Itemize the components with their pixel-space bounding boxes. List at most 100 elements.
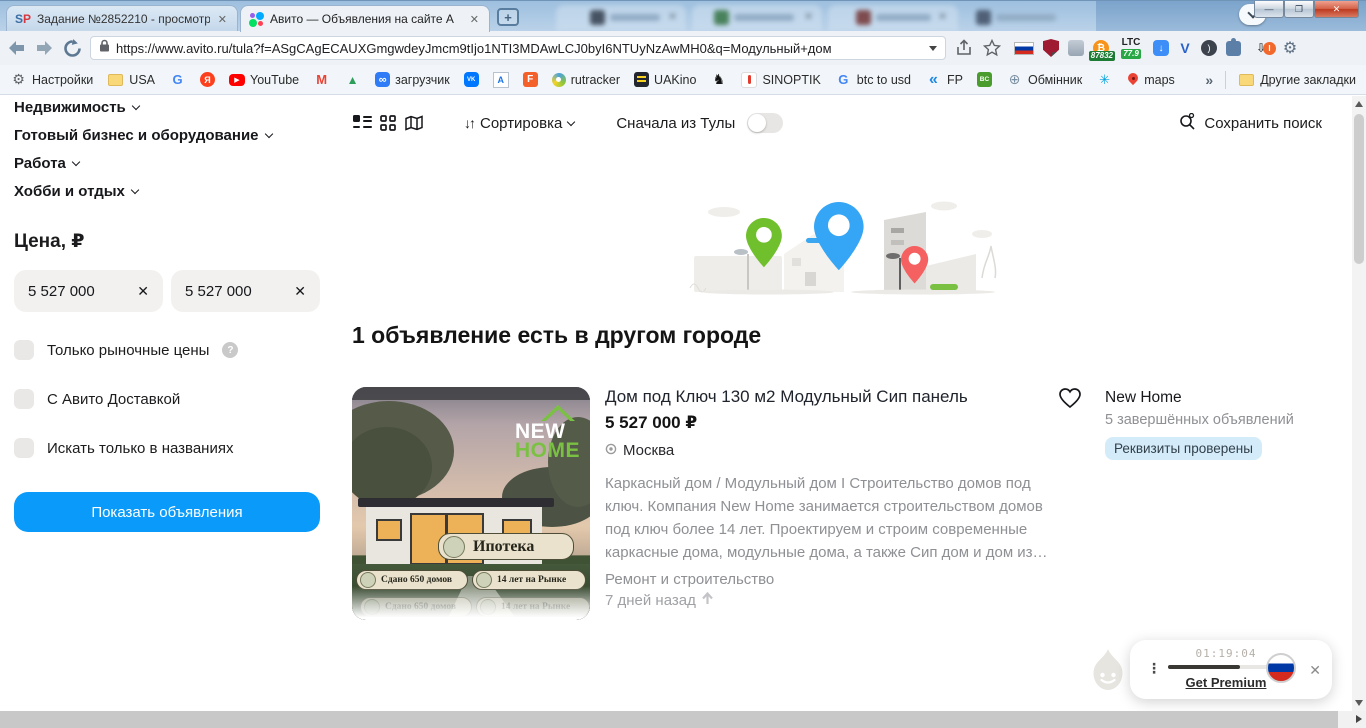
clear-icon[interactable]: ✕ [137, 283, 149, 300]
price-to-input[interactable]: 5 527 000 ✕ [171, 270, 320, 312]
scrollbar-thumb[interactable] [1354, 114, 1364, 264]
tab-strip: SP Задание №2852210 - просмотр з ✕ Авито… [0, 0, 1366, 32]
vpn-extension-icon[interactable]: V [1178, 40, 1192, 56]
checkbox[interactable] [14, 389, 34, 409]
sidebar-category[interactable]: Хобби и отдых [14, 177, 320, 205]
ru-flag-icon[interactable] [1266, 653, 1296, 683]
bookmark-item[interactable]: YouTube [229, 73, 299, 87]
widget-close-icon[interactable]: ✕ [1309, 662, 1321, 679]
dark-mode-extension-icon[interactable]: ) [1201, 40, 1217, 56]
bookmark-item[interactable] [710, 72, 727, 88]
bookmark-item[interactable]: USA [107, 72, 155, 88]
scroll-down-arrow[interactable] [1355, 700, 1363, 706]
listing-title[interactable]: Дом под Ключ 130 м2 Модульный Сип панель [605, 387, 1055, 407]
checkbox[interactable] [14, 340, 34, 360]
bookmark-item[interactable]: maps [1127, 72, 1175, 87]
window-close-button[interactable]: ✕ [1314, 1, 1359, 18]
window-minimize-button[interactable]: — [1254, 1, 1284, 18]
chess-icon [710, 72, 727, 88]
bookmarks-overflow-chevron[interactable]: » [1205, 72, 1213, 88]
forward-button[interactable] [34, 38, 54, 58]
listing-card[interactable]: NEW HOME Ипотека Сдано 650 домов 14 лет … [352, 387, 1330, 627]
bookmark-item[interactable]: Настройки [10, 72, 93, 88]
chevron-down-icon [71, 157, 81, 167]
f-icon [522, 72, 538, 87]
sidebar-category[interactable]: Недвижимость [14, 93, 320, 121]
bookmark-item[interactable]: SINOPTIK [741, 71, 821, 88]
maps-pin-icon [1127, 72, 1139, 87]
new-tab-button[interactable]: + [497, 8, 519, 26]
bookmark-star-icon[interactable] [982, 38, 1002, 58]
horizontal-scrollbar[interactable] [0, 711, 1366, 728]
other-bookmarks-button[interactable]: Другие закладки [1238, 72, 1356, 88]
bookmark-item[interactable]: rutracker [551, 72, 620, 87]
clear-icon[interactable]: ✕ [294, 283, 306, 300]
gear-icon [10, 72, 27, 88]
clipboard-extension-icon[interactable] [1068, 40, 1084, 56]
settings-extension-icon[interactable]: ⚙ [1281, 38, 1299, 58]
scrollbar-thumb[interactable] [0, 711, 1338, 728]
share-icon[interactable] [954, 38, 974, 58]
bookmark-item[interactable]: FP [925, 72, 963, 88]
help-icon[interactable]: ? [222, 342, 239, 358]
window-maximize-button[interactable]: ❐ [1284, 1, 1314, 18]
download-manager-extension-icon[interactable]: ⇩ [1250, 40, 1276, 56]
local-first-toggle[interactable] [747, 113, 784, 133]
grid-view-icon[interactable] [378, 113, 398, 133]
shield-extension-icon[interactable]: 26 [1043, 39, 1059, 57]
map-view-icon[interactable] [404, 113, 424, 133]
get-premium-link[interactable]: Get Premium [1168, 675, 1284, 690]
bookmark-item[interactable] [200, 72, 215, 87]
url-dropdown-caret-icon[interactable] [929, 45, 937, 51]
bookmark-item[interactable] [313, 72, 330, 88]
bitcoin-extension-icon[interactable]: ₿ 87832 [1088, 40, 1115, 61]
filter-checkbox-row[interactable]: Только рыночные цены? [14, 340, 320, 360]
seller-name[interactable]: New Home [1105, 389, 1331, 407]
tab-close-icon[interactable]: ✕ [468, 13, 481, 26]
sort-dropdown[interactable]: ↓↑ Сортировка [464, 115, 576, 132]
refresh-button[interactable] [62, 38, 82, 58]
bookmark-item[interactable] [169, 72, 186, 88]
save-search-button[interactable]: Сохранить поиск [1179, 112, 1322, 134]
checkbox-label: С Авито Доставкой [47, 390, 181, 408]
bookmark-item[interactable]: btc to usd [835, 72, 911, 88]
chevron-down-icon [130, 185, 140, 195]
google-icon [169, 72, 186, 88]
bookmark-item[interactable] [463, 72, 479, 87]
bookmark-item[interactable]: UAKino [634, 72, 696, 87]
scroll-up-arrow[interactable] [1355, 101, 1363, 107]
filter-checkbox-row[interactable]: Искать только в названиях [14, 438, 320, 458]
vertical-scrollbar[interactable] [1352, 96, 1366, 711]
bookmark-item[interactable]: Обмінник [1006, 72, 1082, 88]
sidebar-category[interactable]: Готовый бизнес и оборудование [14, 121, 320, 149]
favorite-heart-icon[interactable] [1058, 387, 1082, 414]
filter-checkbox-row[interactable]: С Авито Доставкой [14, 389, 320, 409]
sidebar-category[interactable]: Работа [14, 149, 320, 177]
browser-toolbar: https://www.avito.ru/tula?f=ASgCAgECAUXG… [0, 31, 1366, 65]
vk-icon [463, 72, 479, 87]
back-button[interactable] [6, 38, 26, 58]
flame-mascot-icon[interactable] [1090, 648, 1126, 697]
tab-close-icon[interactable]: ✕ [216, 13, 229, 26]
widget-menu-dots-icon[interactable]: ⋮ [1147, 660, 1161, 677]
bc-icon [976, 72, 992, 87]
bookmark-item[interactable] [492, 71, 509, 88]
price-from-input[interactable]: 5 527 000 ✕ [14, 270, 163, 312]
tab-task[interactable]: SP Задание №2852210 - просмотр з ✕ [6, 5, 238, 32]
puzzle-extensions-icon[interactable] [1226, 37, 1241, 56]
tab-avito-active[interactable]: Авито — Объявления на сайте А ✕ [240, 5, 490, 32]
show-listings-button[interactable]: Показать объявления [14, 492, 320, 532]
downloader-extension-icon[interactable]: ↓ [1153, 40, 1169, 56]
bookmark-item[interactable] [344, 72, 361, 88]
listing-photo[interactable]: NEW HOME Ипотека Сдано 650 домов 14 лет … [352, 387, 590, 620]
bookmark-item[interactable]: загрузчик [375, 72, 450, 87]
ru-flag-extension-icon[interactable] [1014, 41, 1034, 55]
url-bar[interactable]: https://www.avito.ru/tula?f=ASgCAgECAUXG… [90, 36, 946, 60]
checkbox[interactable] [14, 438, 34, 458]
litecoin-extension-icon[interactable]: LTC 77.9 [1118, 37, 1144, 59]
scroll-right-arrow[interactable] [1356, 715, 1362, 723]
bookmark-item[interactable] [1096, 72, 1113, 88]
list-view-icon[interactable] [352, 113, 372, 133]
bookmark-item[interactable] [522, 72, 538, 87]
bookmark-item[interactable] [976, 72, 992, 87]
